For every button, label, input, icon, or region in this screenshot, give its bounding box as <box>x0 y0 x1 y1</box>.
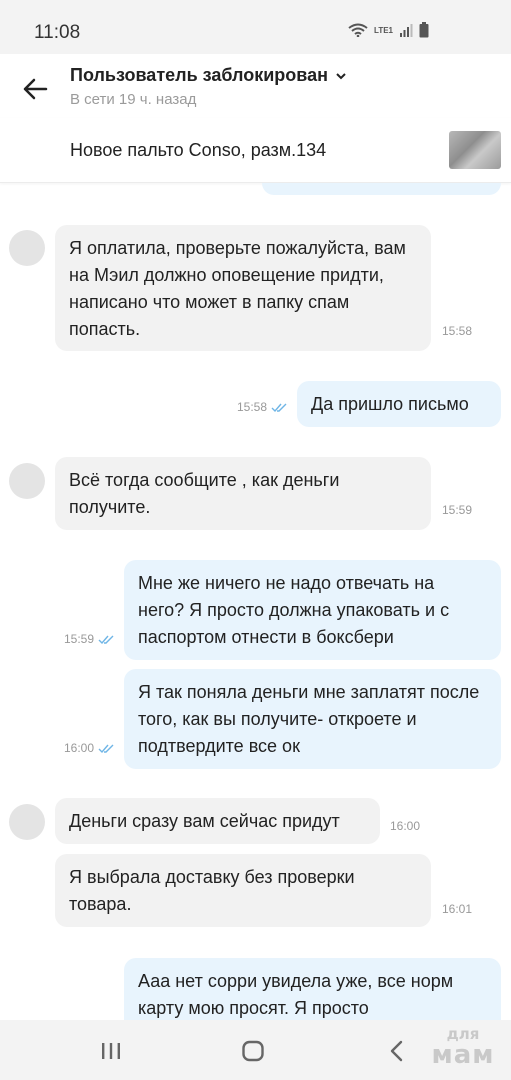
signal-icon <box>400 24 413 37</box>
message-bubble-incoming: Деньги сразу вам сейчас придут <box>55 798 380 844</box>
product-bar[interactable]: Новое пальто Conso, разм.134 <box>0 118 511 183</box>
read-check-icon <box>98 635 114 644</box>
online-status: В сети 19 ч. назад <box>70 91 197 108</box>
avatar[interactable] <box>9 804 45 840</box>
status-icons: LTE1 <box>348 22 429 38</box>
message-text: Деньги сразу вам сейчас придут <box>69 811 340 831</box>
message-time: 16:01 <box>442 902 473 916</box>
chevron-down-icon <box>336 73 346 80</box>
avatar[interactable] <box>9 230 45 266</box>
watermark-logo: для мам <box>423 1027 503 1070</box>
read-check-icon <box>98 744 114 753</box>
message-time: 15:58 <box>442 324 473 338</box>
message-time: 15:59 <box>64 632 114 646</box>
message-bubble-incoming: Я оплатила, проверьте пожалуйста, вам на… <box>55 225 431 351</box>
status-bar: 11:08 LTE1 <box>0 0 511 54</box>
message-bubble-outgoing: Я так поняла деньги мне заплатят после т… <box>124 669 501 769</box>
message-bubble-outgoing: Мне же ничего не надо отвечать на него? … <box>124 560 501 660</box>
message-bubble-incoming: Я выбрала доставку без проверки товара. <box>55 854 431 927</box>
chat-messages: Я оплатила, проверьте пожалуйста, вам на… <box>0 183 511 1020</box>
message-text: Мне же ничего не надо отвечать на него? … <box>138 573 450 647</box>
message-text: Ааа нет сорри увидела уже, все норм карт… <box>138 971 454 1018</box>
message-text: Да пришло письмо <box>311 394 469 414</box>
chat-title: Пользователь заблокирован <box>70 65 329 85</box>
network-label: LTE1 <box>374 25 393 35</box>
product-title: Новое пальто Conso, разм.134 <box>70 140 327 160</box>
message-time: 16:00 <box>64 741 114 755</box>
back-arrow-icon[interactable] <box>22 76 48 102</box>
message-time: 16:00 <box>390 819 421 833</box>
message-bubble-incoming: Всё тогда сообщите , как деньги получите… <box>55 457 431 530</box>
chat-title-wrapper[interactable]: Пользователь заблокирован <box>70 65 347 86</box>
previous-message-bubble <box>262 183 501 195</box>
message-bubble-outgoing: Ааа нет сорри увидела уже, все норм карт… <box>124 958 501 1020</box>
message-text: Я оплатила, проверьте пожалуйста, вам на… <box>69 238 406 339</box>
recent-apps-icon[interactable] <box>98 1038 124 1064</box>
message-time: 15:59 <box>442 503 473 517</box>
home-icon[interactable] <box>240 1038 266 1064</box>
watermark-line2: мам <box>431 1040 495 1070</box>
chat-header: Пользователь заблокирован В сети 19 ч. н… <box>0 54 511 118</box>
product-thumbnail[interactable] <box>449 131 501 169</box>
message-text: Я так поняла деньги мне заплатят после т… <box>138 682 480 756</box>
avatar[interactable] <box>9 463 45 499</box>
message-text: Всё тогда сообщите , как деньги получите… <box>69 470 340 517</box>
battery-icon <box>419 22 429 38</box>
message-text: Я выбрала доставку без проверки товара. <box>69 867 355 914</box>
message-bubble-outgoing: Да пришло письмо <box>297 381 501 427</box>
wifi-icon <box>348 23 368 37</box>
read-check-icon <box>271 403 287 412</box>
status-time: 11:08 <box>34 22 81 43</box>
message-time: 15:58 <box>237 400 287 414</box>
back-nav-icon[interactable] <box>384 1038 410 1064</box>
